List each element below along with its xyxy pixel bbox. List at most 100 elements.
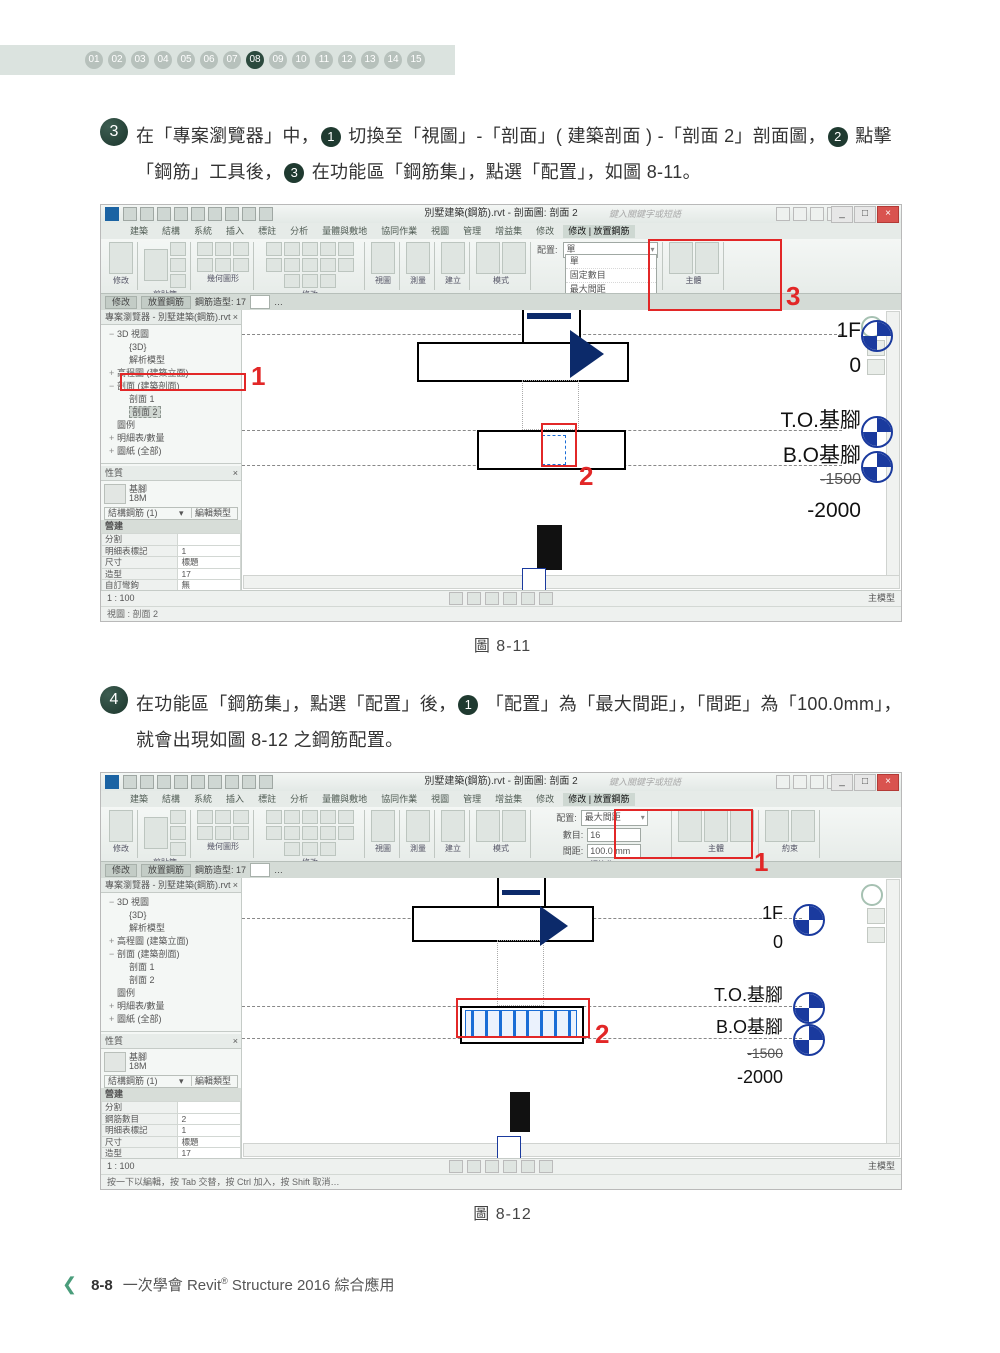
signin-icon[interactable]: [793, 775, 807, 789]
selector-left[interactable]: 結構鋼筋 (1): [108, 509, 158, 518]
geo-icon[interactable]: [233, 826, 249, 840]
prop-value[interactable]: 17: [178, 568, 241, 580]
ribbon-tab[interactable]: 量體與敷地: [317, 793, 372, 806]
chapter-dot-13[interactable]: 13: [361, 51, 379, 69]
ribbon-tab[interactable]: 視圖: [426, 793, 454, 806]
m-icon[interactable]: [302, 274, 318, 288]
tree-item[interactable]: −3D 視圖: [105, 328, 237, 341]
rebar-set-group[interactable]: 配置: 最大間距▾ 數目: 16 間距: 100.0 mm 鋼筋集: [533, 810, 672, 858]
ribbon-tab[interactable]: 增益集: [490, 793, 527, 806]
rebar-shape-icon[interactable]: [695, 242, 719, 274]
ribbon-tab[interactable]: 結構: [157, 793, 185, 806]
ribbon-tab[interactable]: 管理: [458, 793, 486, 806]
chapter-dot-15[interactable]: 15: [407, 51, 425, 69]
chapter-dot-08[interactable]: 08: [246, 51, 264, 69]
m-icon[interactable]: [284, 842, 300, 856]
rebar-shape-icon[interactable]: [678, 810, 702, 842]
ribbon-tab[interactable]: 分析: [285, 793, 313, 806]
properties-palette[interactable]: 基腳 18M 結構鋼筋 (1) ▾ 編輯類型 營建 分割鋼筋數目2明細表標記1尺…: [101, 1049, 241, 1158]
tree-item[interactable]: +圖紙 (全部): [105, 445, 237, 458]
tree-item[interactable]: {3D}: [105, 909, 237, 922]
tree-item[interactable]: 解析模型: [105, 922, 237, 935]
geo-icon[interactable]: [197, 258, 213, 272]
vis-icon[interactable]: [467, 592, 481, 605]
info-icon[interactable]: [776, 207, 790, 221]
ribbon-tab[interactable]: 修改 | 放置鋼筋: [563, 793, 634, 806]
ribbon-tab[interactable]: 管理: [458, 225, 486, 238]
paste-icon[interactable]: [144, 249, 168, 281]
optbar-tab[interactable]: 放置鋼筋: [141, 864, 191, 877]
m-icon[interactable]: [266, 258, 282, 272]
tree-item[interactable]: −剖面 (建築剖面): [105, 948, 237, 961]
mode-icon[interactable]: [476, 810, 500, 842]
ribbon-tab[interactable]: 建築: [125, 225, 153, 238]
ribbon-tabs[interactable]: 建築結構系統插入標註分析量體與敷地協同作業視圖管理增益集修改修改 | 放置鋼筋: [101, 223, 901, 239]
maximize-button[interactable]: □: [854, 774, 876, 791]
mode-icon[interactable]: [502, 810, 526, 842]
m-icon[interactable]: [284, 810, 300, 824]
star-icon[interactable]: [810, 207, 824, 221]
signin-icon[interactable]: [793, 207, 807, 221]
close-icon[interactable]: ×: [233, 310, 241, 324]
chapter-dot-11[interactable]: 11: [315, 51, 333, 69]
vis-icon[interactable]: [539, 1160, 553, 1173]
prop-value[interactable]: 1: [178, 1125, 241, 1137]
m-icon[interactable]: [284, 826, 300, 840]
ribbon-tab[interactable]: 量體與敷地: [317, 225, 372, 238]
view-icon[interactable]: [371, 242, 395, 274]
chapter-dot-06[interactable]: 06: [200, 51, 218, 69]
ribbon-tab[interactable]: 標註: [253, 225, 281, 238]
ribbon-panel[interactable]: 修改 剪貼簿 幾何圖形 修改 視圖 測量 建立 模式 配置: 最大間距▾ 數目:…: [101, 807, 901, 862]
ribbon-tab[interactable]: 修改 | 放置鋼筋: [563, 225, 634, 238]
nav-icons[interactable]: [867, 908, 885, 943]
m-icon[interactable]: [302, 810, 318, 824]
m-icon[interactable]: [338, 242, 354, 256]
search-hint[interactable]: 鍵入關鍵字或短語: [609, 778, 681, 787]
m-icon[interactable]: [338, 258, 354, 272]
close-icon[interactable]: ×: [233, 878, 241, 892]
geo-icon[interactable]: [215, 826, 231, 840]
geo-icon[interactable]: [233, 242, 249, 256]
create-icon[interactable]: [441, 242, 465, 274]
prop-value[interactable]: 無: [178, 580, 241, 591]
ribbon-tab[interactable]: 系統: [189, 225, 217, 238]
tree-item[interactable]: +明細表/數量: [105, 432, 237, 445]
ribbon-tab[interactable]: 協同作業: [376, 225, 422, 238]
tree-item[interactable]: 剖面 1: [105, 393, 237, 406]
m-icon[interactable]: [266, 826, 282, 840]
drawing-canvas[interactable]: 1F 0 T.O.基腳 B.O基腳 -1500 -2000: [242, 310, 901, 590]
chapter-dot-01[interactable]: 01: [85, 51, 103, 69]
star-icon[interactable]: [810, 775, 824, 789]
m-icon[interactable]: [266, 242, 282, 256]
tree-item[interactable]: −3D 視圖: [105, 896, 237, 909]
properties-header[interactable]: 性質 ×: [101, 1034, 241, 1049]
dropdown-item[interactable]: 最大間距: [566, 283, 656, 294]
window-controls[interactable]: _ □ ×: [830, 206, 899, 223]
prop-value[interactable]: 1: [178, 545, 241, 557]
geo-icon[interactable]: [215, 258, 231, 272]
prop-value[interactable]: [178, 534, 241, 546]
view-status-bar[interactable]: 1 : 100 主模型: [101, 590, 901, 606]
steering-wheel-icon[interactable]: [861, 884, 883, 906]
tree-item[interactable]: 剖面 1: [105, 961, 237, 974]
chapter-dot-12[interactable]: 12: [338, 51, 356, 69]
nav-icon[interactable]: [867, 927, 885, 943]
dropdown-item[interactable]: 固定數目: [566, 269, 656, 283]
scrollbar-horizontal[interactable]: [243, 575, 900, 589]
chapter-dot-07[interactable]: 07: [223, 51, 241, 69]
vis-icon[interactable]: [521, 1160, 535, 1173]
ribbon-tab[interactable]: 系統: [189, 793, 217, 806]
ribbon-tab[interactable]: 修改: [531, 793, 559, 806]
ribbon-panel[interactable]: 修改 剪貼簿 幾何圖形 修改 視圖 測量 建立 模式 配置: 單 ▾ 單固: [101, 239, 901, 294]
edit-type-button[interactable]: 編輯類型: [191, 508, 234, 518]
section-tag[interactable]: [522, 568, 546, 590]
ribbon-tab[interactable]: 插入: [221, 225, 249, 238]
m-icon[interactable]: [320, 826, 336, 840]
geo-icon[interactable]: [233, 810, 249, 824]
ribbon-tabs[interactable]: 建築結構系統插入標註分析量體與敷地協同作業視圖管理增益集修改修改 | 放置鋼筋: [101, 791, 901, 807]
chapter-dot-10[interactable]: 10: [292, 51, 310, 69]
dropdown-item[interactable]: 單: [566, 255, 656, 269]
anno-icon[interactable]: [791, 810, 815, 842]
qty-input[interactable]: 16: [587, 828, 641, 842]
options-bar[interactable]: 修改 放置鋼筋 鋼筋造型: 17 …: [101, 294, 901, 310]
